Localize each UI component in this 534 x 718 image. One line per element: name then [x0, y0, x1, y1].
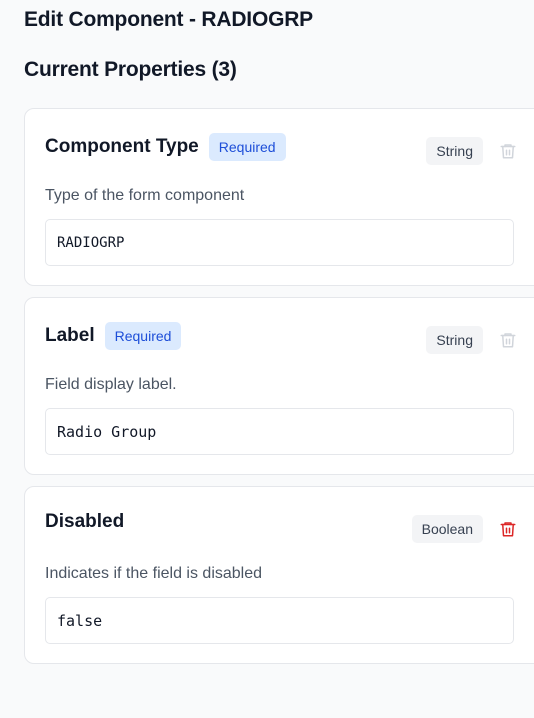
- property-description: Type of the form component: [45, 187, 245, 204]
- property-value-field[interactable]: false: [45, 597, 514, 644]
- type-badge: String: [426, 137, 483, 165]
- property-description: Indicates if the field is disabled: [45, 565, 263, 582]
- property-card-component-type: Component Type Required String Type of t…: [24, 108, 534, 286]
- required-badge: Required: [208, 133, 286, 161]
- property-card-label: Label Required String Field display labe…: [24, 297, 534, 475]
- page-title: Edit Component - RADIOGRP: [24, 8, 313, 31]
- type-badge: String: [426, 326, 483, 354]
- property-value-field[interactable]: Radio Group: [45, 408, 514, 455]
- trash-icon[interactable]: [499, 141, 517, 161]
- required-badge: Required: [104, 322, 182, 350]
- property-value-field[interactable]: RADIOGRP: [45, 219, 514, 266]
- trash-icon[interactable]: [499, 330, 517, 350]
- edit-component-panel: Edit Component - RADIOGRP Current Proper…: [0, 0, 534, 718]
- property-name: Disabled: [45, 511, 125, 532]
- type-badge: Boolean: [411, 515, 483, 543]
- property-name: Component Type: [45, 136, 199, 157]
- property-name-row: Label Required: [45, 322, 182, 350]
- property-description: Field display label.: [45, 376, 177, 393]
- property-name-row: Disabled: [45, 511, 124, 533]
- trash-icon[interactable]: [499, 519, 517, 539]
- property-name: Label: [45, 325, 95, 346]
- property-card-disabled: Disabled Boolean Indicates if the field …: [24, 486, 534, 664]
- properties-section-title: Current Properties (3): [24, 58, 237, 81]
- property-name-row: Component Type Required: [45, 133, 286, 161]
